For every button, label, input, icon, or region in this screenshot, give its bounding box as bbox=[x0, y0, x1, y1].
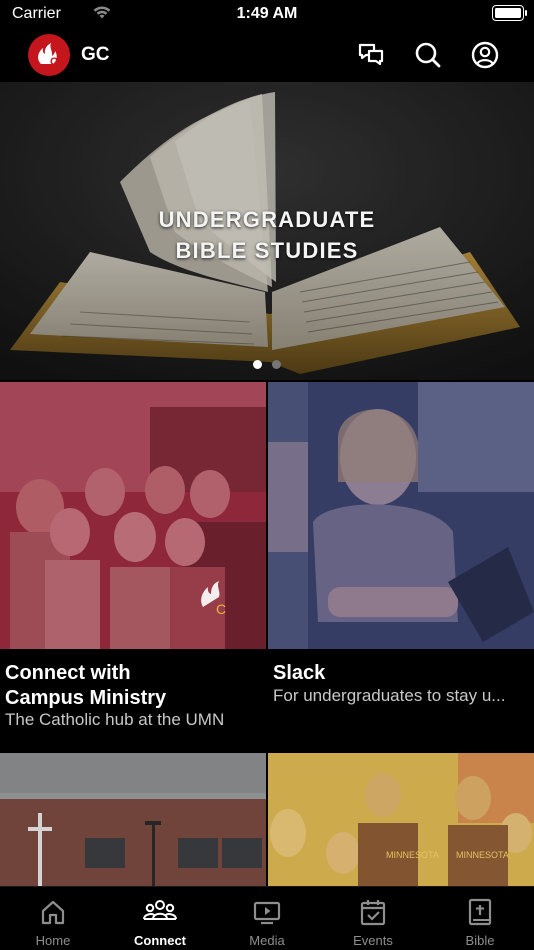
tab-media[interactable]: Media bbox=[214, 887, 320, 950]
tab-label: Home bbox=[35, 933, 71, 948]
carousel-dot[interactable] bbox=[272, 360, 281, 369]
students-photo-image bbox=[268, 382, 534, 649]
hero-title: UNDERGRADUATE BIBLE STUDIES bbox=[0, 204, 534, 266]
svg-text:C: C bbox=[216, 601, 226, 617]
tab-events[interactable]: Events bbox=[320, 887, 426, 950]
carousel-pagination bbox=[0, 360, 534, 369]
profile-icon[interactable] bbox=[470, 40, 500, 70]
card-subtitle: For undergraduates to stay u... bbox=[273, 686, 506, 705]
hero-title-line1: UNDERGRADUATE bbox=[158, 207, 376, 232]
calendar-icon bbox=[360, 900, 386, 926]
app-name: GC bbox=[81, 44, 110, 65]
card-image: C bbox=[0, 382, 266, 649]
card-students[interactable]: MINNESOTA MINNESOTA bbox=[268, 753, 534, 886]
tab-connect[interactable]: Connect bbox=[107, 887, 213, 950]
tv-icon bbox=[253, 901, 281, 925]
hero-carousel[interactable]: UNDERGRADUATE BIBLE STUDIES bbox=[0, 82, 534, 380]
home-icon bbox=[41, 900, 65, 925]
carousel-dot[interactable] bbox=[253, 360, 262, 369]
battery-icon bbox=[492, 5, 527, 21]
bible-icon bbox=[468, 898, 492, 926]
tab-bar: Home Connect Media Events Bible bbox=[0, 886, 534, 950]
app-header: C GC bbox=[0, 30, 534, 82]
status-bar: Carrier 1:49 AM bbox=[0, 0, 534, 30]
card-image bbox=[268, 382, 534, 649]
svg-text:C: C bbox=[50, 56, 58, 68]
card-church[interactable] bbox=[0, 753, 266, 886]
tab-label: Bible bbox=[465, 933, 495, 948]
messages-icon[interactable] bbox=[356, 40, 386, 70]
church-photo-image bbox=[0, 753, 266, 886]
card-campus-ministry[interactable]: C Connect with Campus Ministry The Catho… bbox=[0, 382, 266, 752]
students-group-photo-image: MINNESOTA MINNESOTA bbox=[268, 753, 534, 886]
flame-logo-icon: C bbox=[38, 43, 58, 68]
card-subtitle: The Catholic hub at the UMN bbox=[5, 710, 225, 729]
card-slack[interactable]: Slack For undergraduates to stay u... bbox=[268, 382, 534, 752]
status-time: 1:49 AM bbox=[236, 5, 298, 22]
group-photo-image: C bbox=[0, 382, 266, 649]
tab-label: Events bbox=[353, 933, 393, 948]
tab-bible[interactable]: Bible bbox=[427, 887, 533, 950]
hero-title-line2: BIBLE STUDIES bbox=[175, 238, 359, 263]
card-title-line2: Campus Ministry bbox=[5, 687, 167, 709]
card-title: Slack bbox=[273, 662, 326, 684]
app-logo[interactable]: C bbox=[28, 34, 70, 76]
tab-label: Media bbox=[249, 933, 285, 948]
search-icon[interactable] bbox=[413, 40, 443, 70]
card-title: Connect with Campus Ministry bbox=[5, 661, 263, 711]
tab-label: Connect bbox=[134, 933, 186, 948]
group-icon bbox=[143, 900, 177, 920]
tab-home[interactable]: Home bbox=[0, 887, 106, 950]
card-title-line1: Connect with bbox=[5, 662, 131, 684]
